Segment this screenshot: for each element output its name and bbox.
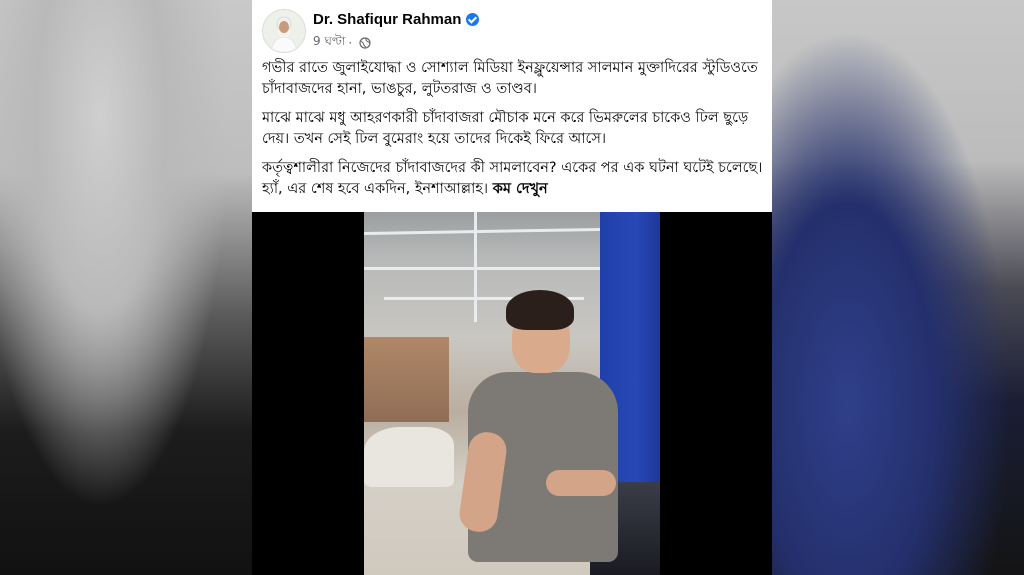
post-paragraph-1: গভীর রাতে জুলাইযোদ্ধা ও সোশ্যাল মিডিয়া … xyxy=(262,60,758,97)
floor-debris xyxy=(364,427,454,487)
meta-separator: · xyxy=(348,36,353,50)
blurred-background-left xyxy=(0,0,252,575)
author-name[interactable]: Dr. Shafiqur Rahman xyxy=(313,11,461,28)
post-video[interactable] xyxy=(252,212,772,575)
post-paragraph-2: মাঝে মাঝে মধু আহরণকারী চাঁদাবাজরা মৌচাক … xyxy=(262,110,749,147)
background-shop xyxy=(364,337,449,422)
post-time[interactable]: 9 ঘণ্টা xyxy=(313,33,345,53)
verified-badge-icon xyxy=(466,13,480,26)
person-hand xyxy=(546,470,616,496)
person-hair xyxy=(506,290,574,330)
video-frame xyxy=(364,212,660,575)
see-less-link[interactable]: কম দেখুন xyxy=(493,181,548,197)
facebook-post-card: Dr. Shafiqur Rahman 9 ঘণ্টা · গভীর রাতে … xyxy=(252,0,772,212)
globe-icon xyxy=(359,37,371,49)
blurred-background-right xyxy=(772,0,1024,575)
avatar[interactable] xyxy=(262,9,306,53)
post-paragraph-3: কর্তৃত্বশালীরা নিজেদের চাঁদাবাজদের কী সা… xyxy=(262,158,768,200)
post-body: গভীর রাতে জুলাইযোদ্ধা ও সোশ্যাল মিডিয়া … xyxy=(262,58,768,208)
